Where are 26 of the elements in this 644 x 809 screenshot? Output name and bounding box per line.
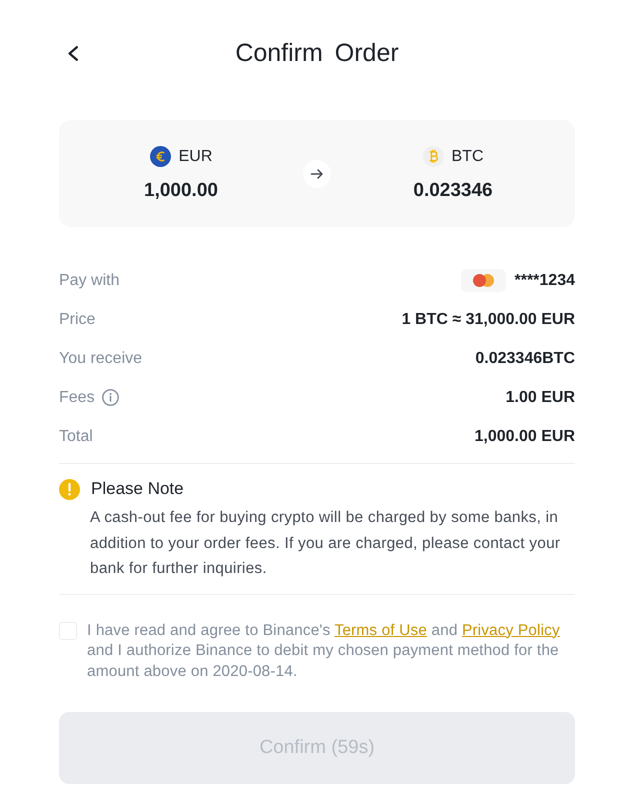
row-value: 1 BTC ≈ 31,000.00 EUR (402, 310, 575, 330)
warning-icon (59, 478, 80, 500)
row-label: Pay with (59, 270, 120, 290)
back-icon[interactable] (68, 46, 78, 60)
currency-label: BTC (452, 146, 484, 166)
note-title: Please Note (91, 478, 184, 500)
row-value: ****1234 (514, 270, 575, 290)
currency-label: EUR (178, 146, 212, 166)
row-value: 0.023346BTC (475, 348, 575, 368)
row-value: 1,000.00 EUR (474, 426, 575, 446)
policy-link[interactable]: Terms of Use (334, 622, 427, 638)
amount-text: 0.023346 (413, 180, 493, 202)
amount-text: 1,000.00 (144, 180, 218, 202)
row-label: Price (59, 310, 96, 330)
row-label: Fees (59, 388, 95, 408)
info-icon[interactable] (102, 389, 119, 406)
row-label: You receive (59, 348, 142, 368)
row-label: Total (59, 426, 93, 446)
page-title: Confirm Order (234, 38, 400, 68)
card-logo-icon (460, 269, 506, 292)
policy-link[interactable]: Privacy Policy (462, 622, 560, 638)
note-text: A cash-out fee for buying crypto will be charged by some banks, in addition to your order fees. If you are charged, please contact your bank for further inquiries. (90, 508, 562, 579)
euro-coin-icon (150, 146, 171, 167)
agreement-text: I have read and agree to Binance's Terms of Use and Privacy Policy and I authorize Binance to debit my chosen payment method for the amount above on 2020-08-14. (87, 620, 561, 682)
bitcoin-coin-icon (422, 146, 444, 167)
row-value: 1.00 EUR (506, 388, 575, 408)
